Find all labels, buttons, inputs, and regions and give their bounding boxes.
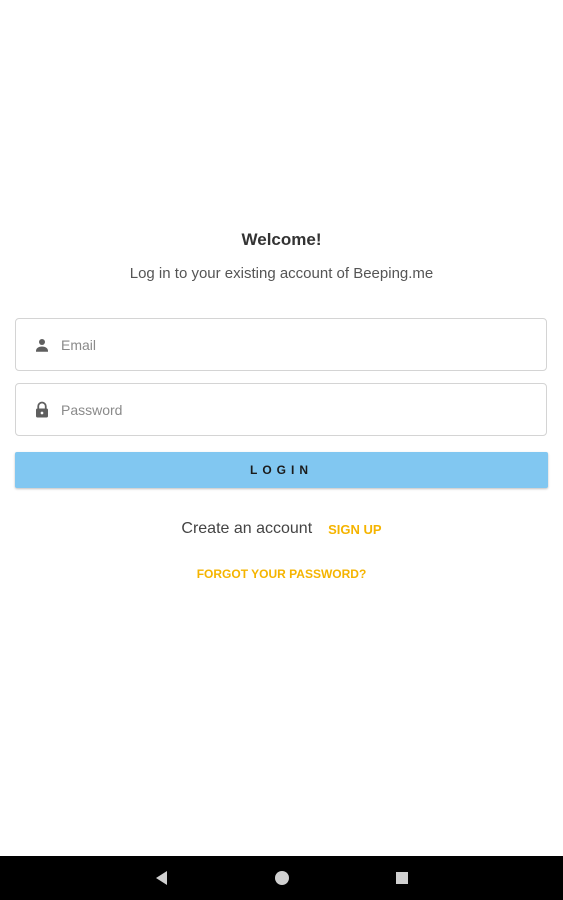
create-account-row: Create an account SIGN UP bbox=[0, 520, 563, 538]
forgot-password-link[interactable]: FORGOT YOUR PASSWORD? bbox=[0, 567, 563, 581]
lock-icon bbox=[33, 401, 51, 419]
login-button[interactable]: LOGIN bbox=[15, 452, 548, 488]
home-icon[interactable] bbox=[272, 868, 292, 888]
email-input[interactable] bbox=[61, 324, 546, 365]
login-screen: Welcome! Log in to your existing account… bbox=[0, 0, 563, 900]
password-input[interactable] bbox=[61, 389, 546, 430]
recents-icon[interactable] bbox=[392, 868, 412, 888]
page-subtitle: Log in to your existing account of Beepi… bbox=[129, 265, 434, 282]
back-icon[interactable] bbox=[152, 868, 172, 888]
navigation-bar bbox=[0, 856, 563, 900]
password-field[interactable] bbox=[15, 383, 547, 436]
page-title: Welcome! bbox=[241, 230, 322, 249]
email-field[interactable] bbox=[15, 318, 547, 371]
create-account-text: Create an account bbox=[181, 520, 313, 537]
person-icon bbox=[33, 336, 51, 354]
sign-up-link[interactable]: SIGN UP bbox=[328, 522, 381, 537]
